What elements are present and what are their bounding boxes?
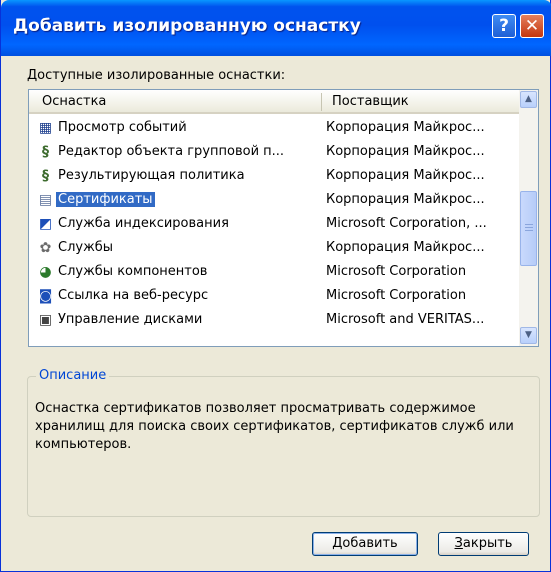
list-item[interactable]: § Редактор объекта групповой п... Корпор… bbox=[29, 140, 520, 164]
vertical-scrollbar[interactable]: ▲ ▼ bbox=[519, 90, 538, 346]
list-rows: ▦ Просмотр событий Корпорация Майкрос...… bbox=[29, 116, 520, 332]
close-window-button[interactable]: ✕ bbox=[520, 14, 544, 38]
description-text: Оснастка сертификатов позволяет просматр… bbox=[35, 401, 514, 452]
list-item-vendor: Microsoft and VERITAS... bbox=[326, 312, 485, 327]
window-title: Добавить изолированную оснастку bbox=[13, 16, 361, 36]
component-services-icon: ◕ bbox=[39, 264, 52, 280]
add-button-label: обавить bbox=[342, 536, 398, 551]
description-title: Описание bbox=[36, 368, 110, 383]
add-button[interactable]: Добавить bbox=[312, 532, 418, 556]
disk-management-icon: ▣ bbox=[38, 312, 53, 328]
list-item-name: Служба индексирования bbox=[58, 216, 229, 231]
thumb-grip bbox=[525, 224, 533, 225]
close-button-label: акрыть bbox=[462, 536, 513, 551]
list-item-selected[interactable]: ▤ Сертификаты Корпорация Майкрос... bbox=[29, 188, 520, 212]
snapins-list[interactable]: Оснастка Поставщик ▦ Просмотр событий Ко… bbox=[28, 89, 539, 347]
list-item-name: Ссылка на веб-ресурс bbox=[58, 288, 209, 303]
list-item[interactable]: ▣ Управление дисками Microsoft and VERIT… bbox=[29, 308, 520, 332]
available-snapins-label: Доступные изолированные оснастки: bbox=[27, 68, 286, 83]
list-item-name: Сертификаты bbox=[56, 192, 155, 207]
list-item[interactable]: ▦ Просмотр событий Корпорация Майкрос... bbox=[29, 116, 520, 140]
thumb-grip bbox=[525, 230, 533, 231]
column-divider[interactable] bbox=[321, 93, 322, 111]
add-snapin-dialog: Добавить изолированную оснастку ? ✕ Дост… bbox=[0, 0, 551, 572]
list-item[interactable]: § Результирующая политика Корпорация Май… bbox=[29, 164, 520, 188]
list-item-name: Результирующая политика bbox=[58, 168, 245, 183]
close-button[interactable]: Закрыть bbox=[438, 532, 529, 556]
list-item-vendor: Microsoft Corporation bbox=[326, 288, 467, 303]
list-header: Оснастка Поставщик bbox=[29, 90, 520, 114]
thumb-grip bbox=[525, 227, 533, 228]
list-item-vendor: Microsoft Corporation bbox=[326, 264, 467, 279]
list-item[interactable]: ✿ Службы Корпорация Майкрос... bbox=[29, 236, 520, 260]
column-header-vendor[interactable]: Поставщик bbox=[332, 94, 409, 109]
help-button[interactable]: ? bbox=[492, 14, 516, 38]
indexing-service-icon: ◩ bbox=[38, 216, 53, 232]
event-viewer-icon: ▦ bbox=[38, 120, 53, 136]
scrollbar-thumb[interactable] bbox=[520, 191, 537, 266]
scroll-down-button[interactable]: ▼ bbox=[520, 327, 537, 344]
list-item-name: Управление дисками bbox=[58, 312, 203, 327]
group-policy-icon: § bbox=[42, 144, 49, 160]
add-button-accesskey: Д bbox=[332, 536, 343, 551]
resultant-policy-icon: § bbox=[42, 168, 49, 184]
certificates-icon: ▤ bbox=[38, 192, 53, 208]
web-link-icon: ◙ bbox=[38, 288, 53, 304]
list-item-name: Просмотр событий bbox=[58, 120, 187, 135]
list-item[interactable]: ◙ Ссылка на веб-ресурс Microsoft Corpora… bbox=[29, 284, 520, 308]
list-item-name: Службы компонентов bbox=[58, 264, 208, 279]
scroll-up-button[interactable]: ▲ bbox=[520, 91, 537, 108]
column-header-snapin[interactable]: Оснастка bbox=[42, 94, 106, 109]
services-icon: ✿ bbox=[39, 240, 52, 256]
list-item-name: Службы bbox=[58, 240, 114, 255]
list-item[interactable]: ◩ Служба индексирования Microsoft Corpor… bbox=[29, 212, 520, 236]
list-item-vendor: Корпорация Майкрос... bbox=[326, 240, 485, 255]
list-item-vendor: Корпорация Майкрос... bbox=[326, 168, 485, 183]
list-item-vendor: Корпорация Майкрос... bbox=[326, 144, 485, 159]
list-item-vendor: Microsoft Corporation, ... bbox=[326, 216, 487, 231]
close-button-accesskey: З bbox=[454, 536, 463, 551]
title-bar[interactable]: Добавить изолированную оснастку ? ✕ bbox=[1, 0, 551, 56]
list-item-name: Редактор объекта групповой п... bbox=[58, 144, 285, 159]
list-item-vendor: Корпорация Майкрос... bbox=[326, 120, 485, 135]
list-item-vendor: Корпорация Майкрос... bbox=[326, 192, 485, 207]
list-item[interactable]: ◕ Службы компонентов Microsoft Corporati… bbox=[29, 260, 520, 284]
